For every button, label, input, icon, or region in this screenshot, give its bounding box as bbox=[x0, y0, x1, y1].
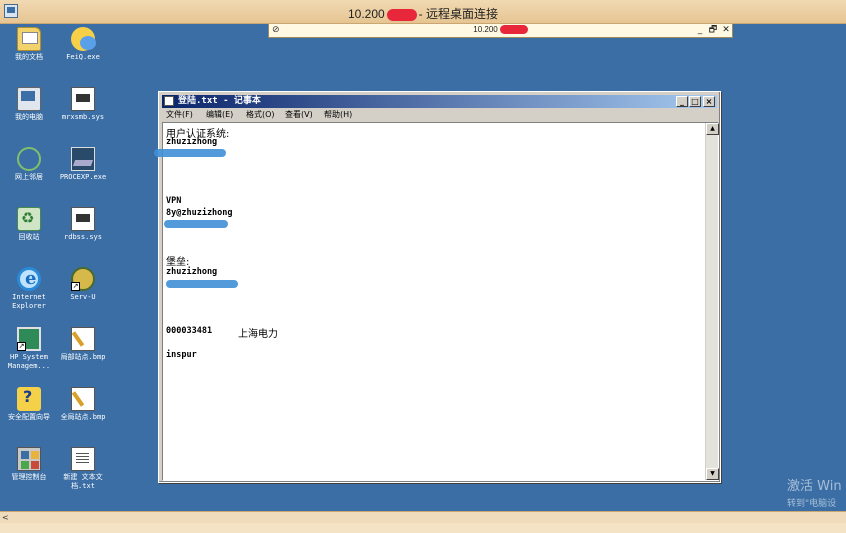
rdp-title-suffix: - 远程桌面连接 bbox=[418, 7, 499, 21]
rdp-title-host: 10.200 bbox=[347, 7, 385, 21]
global-site-bmp-icon bbox=[71, 387, 95, 411]
notepad-title: 登陆.txt - 记事本 bbox=[178, 96, 261, 106]
menu-view[interactable]: 查看(V) bbox=[285, 109, 313, 121]
desktop-icon-local-site-bmp[interactable]: 局部站点.bmp bbox=[54, 327, 112, 362]
notepad-content[interactable]: 用户认证系统: zhuzizhong VPN 8y@zhuzizhong 堡垒:… bbox=[154, 125, 704, 477]
redaction-scribble bbox=[166, 280, 238, 288]
minimize-button[interactable]: _ bbox=[694, 24, 706, 37]
windows-activation-watermark: 激活 Win 转到"电脑设 bbox=[787, 475, 842, 509]
desktop-icon-label: 回收站 bbox=[18, 233, 40, 241]
connection-bar-title: 10.200 bbox=[269, 25, 734, 35]
serv-u-icon: ↗ bbox=[71, 267, 95, 291]
management-console-icon bbox=[17, 447, 41, 471]
notepad-window[interactable]: 登陆.txt - 记事本 _ □ × 文件(F) 编辑(E) 格式(O) 查看(… bbox=[154, 91, 721, 483]
desktop-icon-internet-explorer[interactable]: Internet Explorer bbox=[0, 267, 58, 311]
desktop-icon-label: 网上邻居 bbox=[15, 173, 43, 181]
desktop-icon-my-documents[interactable]: 我的文档 bbox=[0, 27, 58, 62]
close-button[interactable]: ✕ bbox=[720, 24, 732, 37]
notepad-icon bbox=[164, 96, 174, 106]
desktop-icon-label: 全局站点.bmp bbox=[60, 413, 106, 421]
desktop-icon-label: 管理控制台 bbox=[11, 473, 47, 481]
redaction-scribble bbox=[154, 149, 226, 157]
desktop-icon-label: 安全配置向导 bbox=[8, 413, 50, 421]
hp-system-management-icon: ↗ bbox=[17, 327, 41, 351]
menu-file[interactable]: 文件(F) bbox=[166, 109, 193, 121]
desktop-icon-mrxsmb[interactable]: mrxsmb.sys bbox=[54, 87, 112, 122]
vpn-username: 8y@zhuzizhong bbox=[166, 208, 233, 218]
desktop-icon-label: PROCEXP.exe bbox=[59, 173, 107, 181]
shortcut-arrow-icon: ↗ bbox=[71, 282, 80, 291]
notepad-maximize-button[interactable]: □ bbox=[689, 96, 701, 107]
desktop-icon-new-text-document[interactable]: 新建 文本文档.txt bbox=[54, 447, 112, 491]
redaction-mark bbox=[499, 25, 528, 35]
desktop-icon-label: mrxsmb.sys bbox=[61, 113, 105, 121]
menu-help[interactable]: 帮助(H) bbox=[324, 109, 352, 121]
desktop-icon-hp-system-management[interactable]: ↗ HP System Managem... bbox=[0, 327, 58, 371]
notepad-vertical-scrollbar[interactable]: ▲ ▼ bbox=[705, 123, 719, 480]
notepad-close-button[interactable]: × bbox=[703, 96, 715, 107]
desktop-icon-feiq[interactable]: FeiQ.exe bbox=[54, 27, 112, 62]
auth-username: zhuzizhong bbox=[166, 137, 218, 147]
rdp-connection-bar[interactable]: ⊘ 10.200 _ 🗗 ✕ bbox=[268, 24, 733, 38]
desktop-icon-label: 我的文档 bbox=[15, 53, 43, 61]
account-number: 000033481 bbox=[166, 326, 213, 336]
menu-format[interactable]: 格式(O) bbox=[246, 109, 275, 121]
rdp-horizontal-scrollbar[interactable]: < bbox=[0, 511, 846, 523]
desktop-icon-network-places[interactable]: 网上邻居 bbox=[0, 147, 58, 182]
procexp-icon bbox=[71, 147, 95, 171]
desktop-icon-label: HP System Managem... bbox=[7, 353, 51, 370]
company-name: 上海电力 bbox=[238, 329, 278, 340]
feiq-icon bbox=[71, 27, 96, 51]
internet-explorer-icon bbox=[17, 267, 41, 291]
notepad-text-area[interactable]: 用户认证系统: zhuzizhong VPN 8y@zhuzizhong 堡垒:… bbox=[154, 122, 719, 481]
desktop-icon-label: FeiQ.exe bbox=[66, 53, 100, 61]
my-computer-icon bbox=[17, 87, 41, 111]
desktop-icon-management-console[interactable]: 管理控制台 bbox=[0, 447, 58, 482]
bastion-header: 堡垒: bbox=[166, 257, 190, 268]
vpn-header: VPN bbox=[166, 196, 182, 206]
network-places-icon bbox=[17, 147, 41, 171]
new-text-document-icon bbox=[71, 447, 95, 471]
shortcut-arrow-icon: ↗ bbox=[17, 342, 26, 351]
my-documents-icon bbox=[17, 27, 41, 51]
desktop-icon-serv-u[interactable]: ↗ Serv-U bbox=[54, 267, 112, 302]
redaction-scribble bbox=[164, 220, 228, 228]
watermark-line-1: 激活 Win bbox=[787, 479, 842, 494]
notepad-menu-bar: 文件(F) 编辑(E) 格式(O) 查看(V) 帮助(H) bbox=[162, 109, 717, 121]
rdbss-sys-icon bbox=[71, 207, 95, 231]
rdp-title-bar[interactable]: 10.200 - 远程桌面连接 bbox=[0, 0, 846, 24]
desktop-icon-label: 新建 文本文档.txt bbox=[63, 473, 103, 490]
notepad-minimize-button[interactable]: _ bbox=[676, 96, 688, 107]
menu-edit[interactable]: 编辑(E) bbox=[206, 109, 233, 121]
desktop-icon-label: 局部站点.bmp bbox=[60, 353, 106, 361]
desktop-icon-my-computer[interactable]: 我的电脑 bbox=[0, 87, 58, 122]
notepad-title-bar[interactable]: 登陆.txt - 记事本 _ □ × bbox=[162, 95, 717, 108]
restore-button[interactable]: 🗗 bbox=[707, 24, 719, 37]
desktop-icon-label: 我的电脑 bbox=[15, 113, 43, 121]
desktop-icon-procexp[interactable]: PROCEXP.exe bbox=[54, 147, 112, 182]
security-wizard-icon bbox=[17, 387, 41, 411]
scroll-left-button[interactable]: < bbox=[2, 512, 9, 523]
desktop-icon-security-wizard[interactable]: 安全配置向导 bbox=[0, 387, 58, 422]
desktop-icon-recycle-bin[interactable]: 回收站 bbox=[0, 207, 58, 242]
local-site-bmp-icon bbox=[71, 327, 95, 351]
desktop-icon-label: rdbss.sys bbox=[64, 233, 102, 241]
desktop-icon-global-site-bmp[interactable]: 全局站点.bmp bbox=[54, 387, 112, 422]
bastion-username: zhuzizhong bbox=[166, 267, 218, 277]
mrxsmb-sys-icon bbox=[71, 87, 95, 111]
recycle-bin-icon bbox=[17, 207, 41, 231]
desktop-icon-label: Serv-U bbox=[70, 293, 96, 301]
desktop-icon-rdbss[interactable]: rdbss.sys bbox=[54, 207, 112, 242]
watermark-line-2: 转到"电脑设 bbox=[787, 499, 837, 509]
connection-host: 10.200 bbox=[473, 25, 498, 34]
rdp-window-title: 10.200 - 远程桌面连接 bbox=[0, 5, 846, 22]
redaction-mark bbox=[386, 8, 417, 21]
inspur-text: inspur bbox=[166, 350, 197, 360]
window-bottom-border bbox=[0, 523, 846, 533]
desktop-icon-label: Internet Explorer bbox=[12, 293, 46, 310]
scroll-up-button[interactable]: ▲ bbox=[706, 123, 719, 135]
scroll-down-button[interactable]: ▼ bbox=[706, 468, 719, 480]
